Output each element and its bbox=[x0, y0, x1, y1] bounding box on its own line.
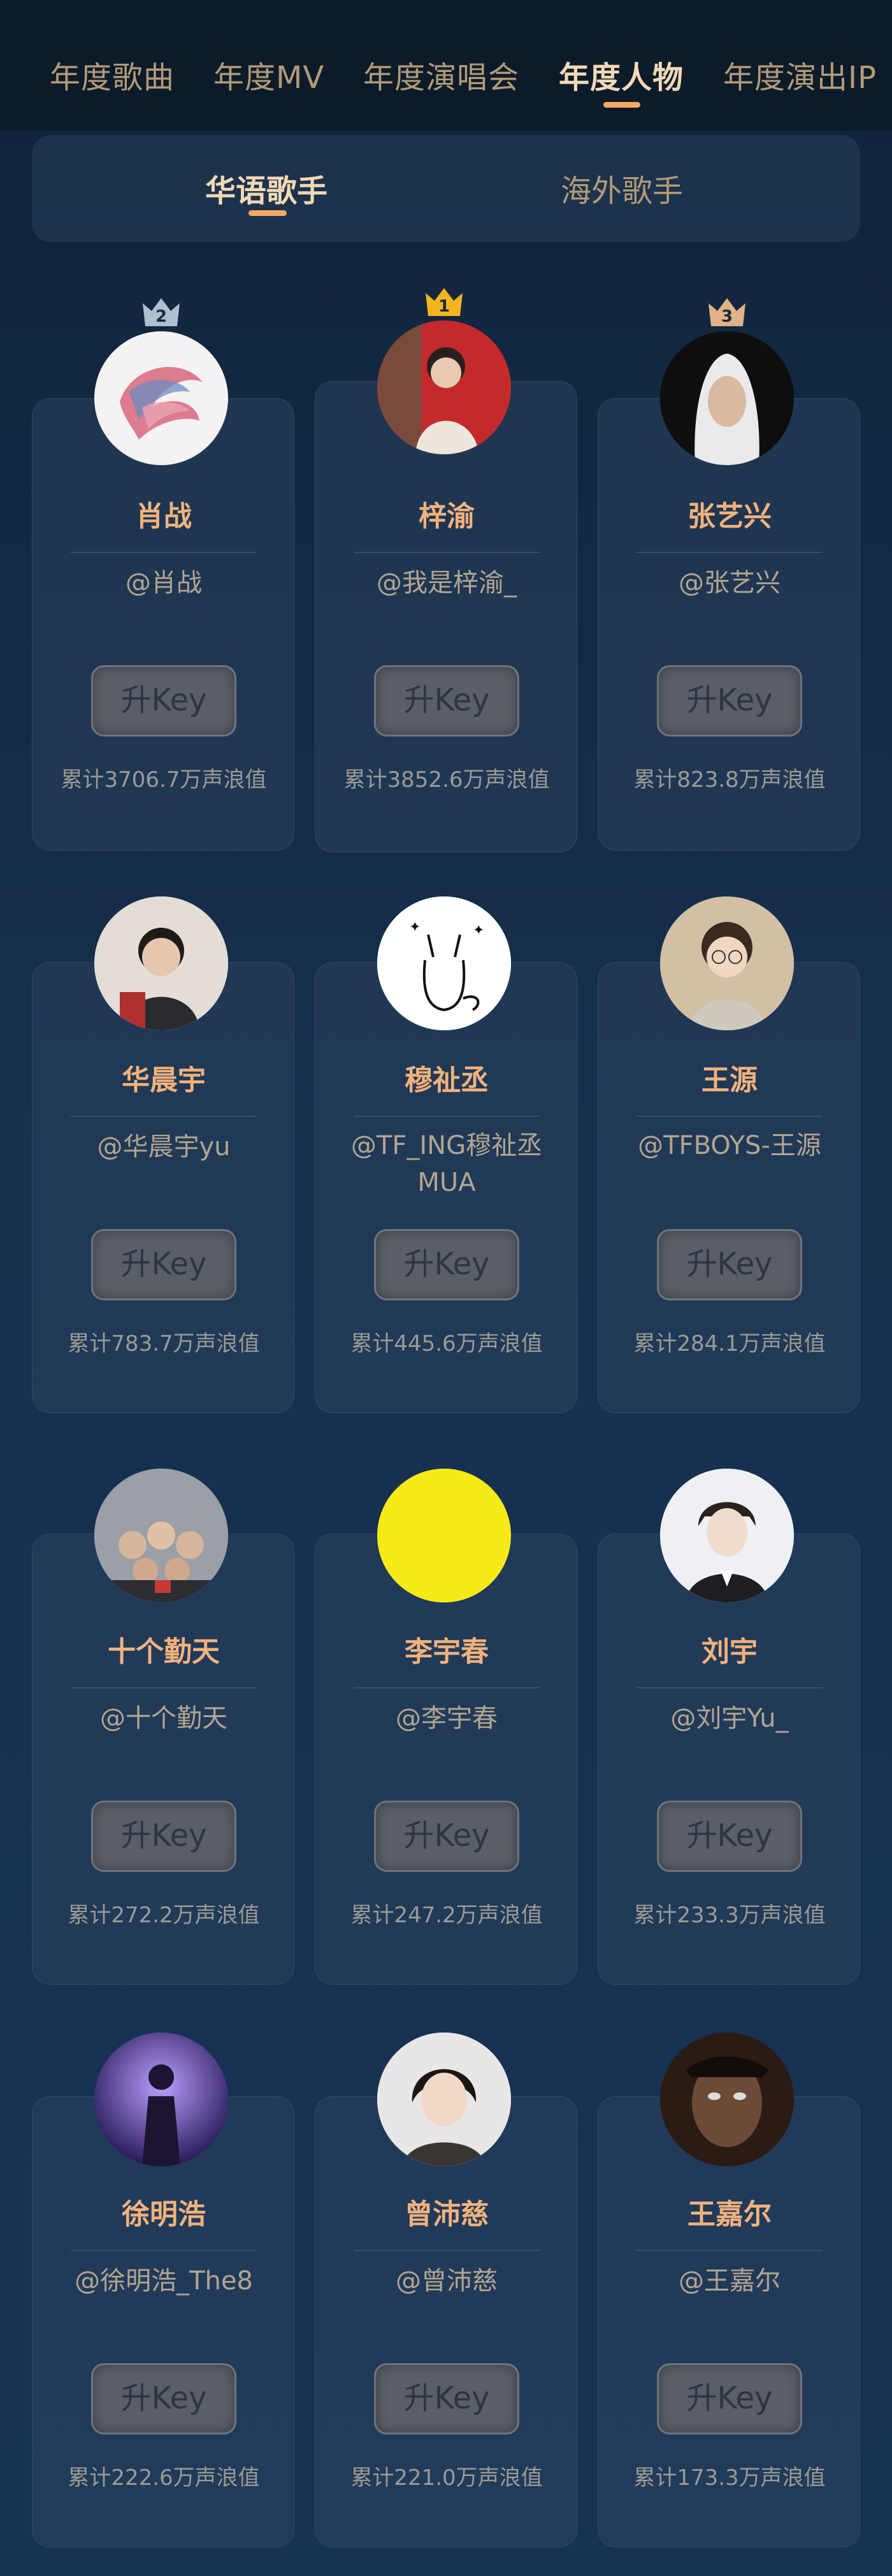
divider bbox=[71, 2250, 257, 2251]
boost-key-button[interactable]: 升Key bbox=[374, 665, 519, 737]
cumulative-score: 累计783.7万声浪值 bbox=[68, 1331, 260, 1356]
rank-number: 3 bbox=[721, 307, 733, 326]
divider bbox=[71, 1687, 257, 1688]
artist-card[interactable]: 肖战 @肖战 升Key 累计3706.7万声浪值 bbox=[32, 398, 294, 851]
artist-avatar[interactable] bbox=[377, 2033, 511, 2166]
cumulative-score: 累计3706.7万声浪值 bbox=[61, 767, 267, 793]
gold-crown-icon: 1 bbox=[423, 284, 465, 317]
cumulative-score: 累计173.3万声浪值 bbox=[633, 2465, 826, 2491]
artist-avatar[interactable] bbox=[94, 2033, 228, 2166]
active-subtab-indicator bbox=[248, 210, 287, 216]
svg-text:✦: ✦ bbox=[473, 923, 484, 939]
artist-avatar[interactable] bbox=[660, 2033, 794, 2166]
top-nav: 年度歌曲 年度MV 年度演唱会 年度人物 年度演出IP bbox=[0, 0, 892, 131]
tab-annual-concerts[interactable]: 年度演唱会 bbox=[363, 52, 519, 97]
boost-key-button[interactable]: 升Key bbox=[91, 665, 236, 737]
artist-handle[interactable]: @曾沛慈 bbox=[334, 2263, 559, 2299]
subtab-chinese-singers[interactable]: 华语歌手 bbox=[205, 166, 327, 210]
cumulative-score: 累计233.3万声浪值 bbox=[633, 1903, 826, 1928]
artist-avatar[interactable] bbox=[377, 1469, 511, 1602]
boost-key-button[interactable]: 升Key bbox=[374, 1229, 519, 1300]
divider bbox=[637, 1687, 823, 1688]
artist-name: 王源 bbox=[701, 1064, 758, 1097]
artist-handle[interactable]: @徐明浩_The8 bbox=[52, 2263, 276, 2299]
artist-handle[interactable]: @TFBOYS-王源 bbox=[617, 1127, 842, 1164]
artist-name: 刘宇 bbox=[701, 1636, 758, 1668]
sub-tabs: 华语歌手 海外歌手 bbox=[32, 135, 860, 242]
artist-avatar[interactable] bbox=[660, 1469, 794, 1602]
artist-name: 华晨宇 bbox=[122, 1064, 206, 1097]
cumulative-score: 累计272.2万声浪值 bbox=[68, 1903, 260, 1928]
active-tab-indicator bbox=[603, 102, 640, 108]
silver-crown-icon: 2 bbox=[140, 294, 182, 327]
artist-avatar[interactable] bbox=[94, 896, 228, 1030]
artist-name: 王嘉尔 bbox=[687, 2198, 772, 2231]
boost-key-button[interactable]: 升Key bbox=[374, 1801, 519, 1872]
artist-avatar[interactable]: ✦ ✦ bbox=[377, 896, 511, 1030]
boost-key-button[interactable]: 升Key bbox=[657, 1229, 802, 1300]
divider bbox=[637, 1116, 823, 1117]
tab-annual-mv[interactable]: 年度MV bbox=[213, 52, 324, 97]
artist-handle[interactable]: @张艺兴 bbox=[617, 565, 842, 601]
artist-handle[interactable]: @我是梓渝_ bbox=[334, 565, 559, 601]
cumulative-score: 累计284.1万声浪值 bbox=[633, 1331, 826, 1356]
artist-name: 梓渝 bbox=[419, 500, 475, 533]
cumulative-score: 累计3852.6万声浪值 bbox=[343, 767, 550, 793]
divider bbox=[354, 552, 540, 553]
artist-handle[interactable]: @刘宇Yu_ bbox=[617, 1700, 842, 1737]
divider bbox=[354, 1687, 540, 1688]
artist-name: 十个勤天 bbox=[108, 1636, 220, 1668]
artist-handle[interactable]: @李宇春 bbox=[334, 1700, 559, 1737]
svg-text:✦: ✦ bbox=[409, 919, 421, 935]
divider bbox=[354, 1116, 540, 1117]
artist-handle[interactable]: @肖战 bbox=[52, 565, 276, 601]
boost-key-button[interactable]: 升Key bbox=[91, 2363, 236, 2435]
subtab-overseas-singers[interactable]: 海外歌手 bbox=[561, 166, 683, 210]
rank-number: 2 bbox=[155, 307, 168, 326]
artist-name: 穆祉丞 bbox=[405, 1064, 489, 1097]
cumulative-score: 累计823.8万声浪值 bbox=[633, 767, 826, 793]
artist-name: 肖战 bbox=[136, 500, 192, 533]
artist-name: 徐明浩 bbox=[122, 2198, 206, 2231]
boost-key-button[interactable]: 升Key bbox=[657, 665, 802, 737]
artist-card[interactable]: 张艺兴 @张艺兴 升Key 累计823.8万声浪值 bbox=[598, 398, 860, 851]
boost-key-button[interactable]: 升Key bbox=[91, 1229, 236, 1300]
boost-key-button[interactable]: 升Key bbox=[657, 2363, 802, 2435]
cumulative-score: 累计445.6万声浪值 bbox=[350, 1331, 543, 1356]
tab-annual-show-ip[interactable]: 年度演出IP bbox=[723, 52, 877, 97]
boost-key-button[interactable]: 升Key bbox=[91, 1801, 236, 1872]
rank-number: 1 bbox=[438, 297, 450, 316]
cumulative-score: 累计222.6万声浪值 bbox=[68, 2465, 260, 2491]
artist-name: 张艺兴 bbox=[687, 500, 772, 533]
divider bbox=[637, 552, 823, 553]
boost-key-button[interactable]: 升Key bbox=[657, 1801, 802, 1872]
tab-annual-people[interactable]: 年度人物 bbox=[559, 52, 684, 97]
artist-avatar[interactable] bbox=[660, 331, 794, 465]
divider bbox=[71, 1116, 257, 1117]
divider bbox=[71, 552, 257, 553]
artist-avatar[interactable] bbox=[377, 320, 511, 454]
artist-name: 李宇春 bbox=[405, 1636, 489, 1668]
tab-annual-songs[interactable]: 年度歌曲 bbox=[50, 52, 175, 97]
artist-avatar[interactable] bbox=[94, 331, 228, 465]
artist-handle[interactable]: @华晨宇yu bbox=[52, 1128, 276, 1165]
boost-key-button[interactable]: 升Key bbox=[374, 2363, 519, 2435]
artist-handle[interactable]: @TF_ING穆祉丞MUA bbox=[334, 1127, 559, 1201]
artist-name: 曾沛慈 bbox=[405, 2198, 489, 2231]
bronze-crown-icon: 3 bbox=[706, 294, 748, 327]
cumulative-score: 累计221.0万声浪值 bbox=[350, 2465, 543, 2491]
artist-avatar[interactable] bbox=[660, 896, 794, 1030]
artist-handle[interactable]: @王嘉尔 bbox=[617, 2263, 842, 2299]
divider bbox=[354, 2250, 540, 2251]
cumulative-score: 累计247.2万声浪值 bbox=[350, 1903, 543, 1928]
artist-handle[interactable]: @十个勤天 bbox=[52, 1700, 276, 1737]
artist-avatar[interactable] bbox=[94, 1469, 228, 1602]
divider bbox=[637, 2250, 823, 2251]
